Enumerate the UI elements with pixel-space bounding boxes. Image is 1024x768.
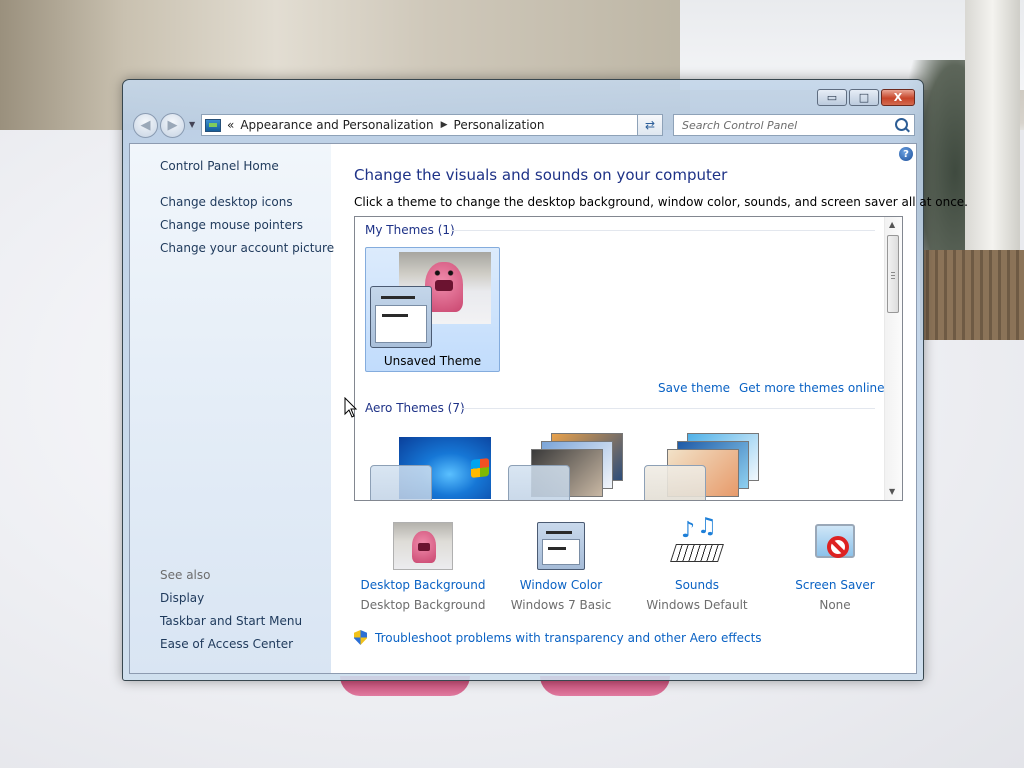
refresh-button[interactable]: ⇄ <box>637 114 663 136</box>
help-icon[interactable]: ? <box>899 147 913 161</box>
troubleshoot-link[interactable]: Troubleshoot problems with transparency … <box>375 631 762 645</box>
recent-pages-dropdown[interactable]: ▼ <box>189 120 195 129</box>
window-color-setting[interactable]: Window Color Windows 7 Basic <box>492 522 630 612</box>
window-color-link[interactable]: Window Color <box>492 578 630 592</box>
forward-arrow-icon: ▶ <box>167 118 178 133</box>
change-account-picture-link[interactable]: Change your account picture <box>160 241 334 255</box>
back-arrow-icon: ◀ <box>140 118 151 133</box>
scroll-thumb[interactable] <box>887 235 899 313</box>
window-client-area: Control Panel Home Change desktop icons … <box>129 143 968 674</box>
search-box[interactable] <box>673 114 915 136</box>
breadcrumb-personalization[interactable]: Personalization <box>454 118 545 132</box>
aero-theme-characters[interactable] <box>639 433 769 500</box>
screen-saver-value: None <box>819 598 851 612</box>
search-icon[interactable] <box>895 118 908 131</box>
main-content: ? Change the visuals and sounds on your … <box>331 144 968 673</box>
ease-of-access-link[interactable]: Ease of Access Center <box>160 637 293 651</box>
troubleshoot-row[interactable]: Troubleshoot problems with transparency … <box>354 630 762 645</box>
scroll-down-icon[interactable]: ▼ <box>889 487 895 496</box>
control-panel-home-link[interactable]: Control Panel Home <box>160 159 279 173</box>
sounds-value: Windows Default <box>646 598 748 612</box>
control-panel-icon <box>205 118 221 132</box>
taskbar-start-menu-link[interactable]: Taskbar and Start Menu <box>160 614 302 628</box>
theme-tile-unsaved[interactable]: Unsaved Theme <box>365 247 500 372</box>
window-color-value: Windows 7 Basic <box>510 598 612 612</box>
theme-name: Unsaved Theme <box>383 354 482 368</box>
address-prefix[interactable]: « <box>227 118 234 132</box>
theme-list[interactable]: My Themes (1) Unsaved Theme Save theme G… <box>354 216 903 501</box>
my-themes-header: My Themes (1) <box>365 223 455 237</box>
page-description: Click a theme to change the desktop back… <box>354 195 968 209</box>
back-button[interactable]: ◀ <box>133 113 158 138</box>
sounds-link[interactable]: Sounds <box>628 578 766 592</box>
breadcrumb-separator-icon[interactable]: ▶ <box>441 120 448 130</box>
change-desktop-icons-link[interactable]: Change desktop icons <box>160 195 293 209</box>
get-more-themes-link[interactable]: Get more themes online <box>739 381 885 395</box>
window-color-preview <box>370 286 432 348</box>
left-task-pane: Control Panel Home Change desktop icons … <box>130 144 334 673</box>
breadcrumb-appearance[interactable]: Appearance and Personalization <box>240 118 433 132</box>
desktop-background-icon[interactable] <box>393 522 453 570</box>
theme-settings-row: Desktop Background Desktop Background Wi… <box>354 514 914 612</box>
aero-theme-windows7[interactable] <box>365 437 495 500</box>
caption-buttons: ▭ □ X <box>817 89 915 106</box>
sounds-icon[interactable]: ♪ ♫ <box>667 514 727 570</box>
forward-button[interactable]: ▶ <box>160 113 185 138</box>
aero-themes-header: Aero Themes (7) <box>365 401 465 415</box>
close-button[interactable]: X <box>881 89 915 106</box>
screen-saver-icon[interactable] <box>805 522 865 570</box>
change-mouse-pointers-link[interactable]: Change mouse pointers <box>160 218 303 232</box>
personalization-window: ▭ □ X ◀ ▶ ▼ « Appearance and Personaliza… <box>122 79 968 681</box>
screen-saver-setting[interactable]: Screen Saver None <box>766 522 904 612</box>
address-bar[interactable]: « Appearance and Personalization ▶ Perso… <box>201 114 663 136</box>
display-link[interactable]: Display <box>160 591 204 605</box>
sounds-setting[interactable]: ♪ ♫ Sounds Windows Default <box>628 514 766 612</box>
screen-saver-link[interactable]: Screen Saver <box>766 578 904 592</box>
see-also-label: See also <box>160 568 211 582</box>
refresh-icon: ⇄ <box>644 118 656 132</box>
theme-list-scrollbar[interactable]: ▲ ▼ <box>884 217 902 500</box>
uac-shield-icon <box>354 630 367 645</box>
desktop-background-link[interactable]: Desktop Background <box>354 578 492 592</box>
maximize-button[interactable]: □ <box>849 89 879 106</box>
desktop-background-value: Desktop Background <box>360 598 486 612</box>
aero-theme-architecture[interactable] <box>503 433 633 500</box>
window-color-icon[interactable] <box>537 522 585 570</box>
windows-logo-icon <box>471 458 489 478</box>
navigation-bar: ◀ ▶ ▼ « Appearance and Personalization ▶… <box>131 112 915 138</box>
search-input[interactable] <box>680 117 894 133</box>
scroll-up-icon[interactable]: ▲ <box>889 220 895 229</box>
minimize-button[interactable]: ▭ <box>817 89 847 106</box>
page-title: Change the visuals and sounds on your co… <box>354 166 728 184</box>
save-theme-link[interactable]: Save theme <box>658 381 730 395</box>
desktop-background-setting[interactable]: Desktop Background Desktop Background <box>354 522 492 612</box>
